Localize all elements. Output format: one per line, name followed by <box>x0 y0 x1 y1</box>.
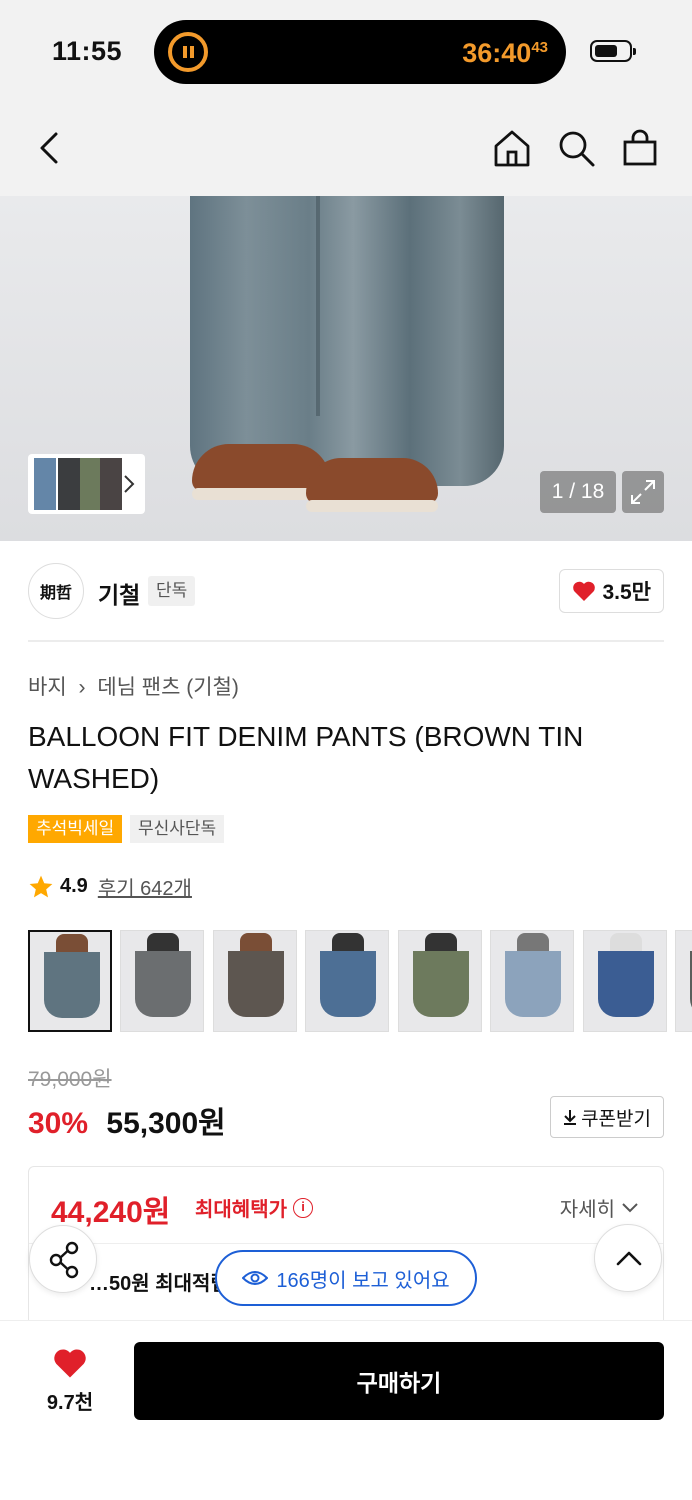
heart-icon <box>54 1349 86 1378</box>
eye-icon <box>242 1271 269 1285</box>
color-option[interactable] <box>120 930 205 1032</box>
chevron-right-icon <box>124 475 135 493</box>
pause-icon[interactable] <box>168 32 208 72</box>
chevron-down-icon <box>622 1202 638 1212</box>
brand-like-count: 3.5만 <box>602 581 651 604</box>
buy-button[interactable]: 구매하기 <box>134 1342 664 1420</box>
product-image-gallery[interactable]: 1 / 18 <box>0 196 692 541</box>
brand-name[interactable]: 기철 <box>98 576 140 610</box>
max-benefit-price: 44,240원 <box>51 1196 171 1229</box>
color-option-list <box>28 930 692 1034</box>
shoe-right <box>306 458 438 512</box>
image-counter: 1 / 18 <box>540 471 616 513</box>
brand-logo[interactable]: 期哲 <box>28 563 84 619</box>
discount-rate: 30% <box>28 1107 89 1140</box>
scroll-top-button[interactable] <box>594 1224 662 1292</box>
heart-icon <box>573 581 596 601</box>
expand-button[interactable] <box>622 471 664 513</box>
product-title: BALLOON FIT DENIM PANTS (BROWN TIN WASHE… <box>28 721 584 794</box>
wishlist-count: 9.7천 <box>46 1392 94 1414</box>
share-icon <box>49 1241 79 1279</box>
top-navbar <box>0 100 692 196</box>
battery-icon <box>590 40 636 62</box>
rating-score: 4.9 <box>60 875 88 897</box>
product-photo <box>190 196 504 486</box>
star-icon <box>29 875 53 897</box>
expand-icon <box>631 480 655 504</box>
color-thumbnail-strip[interactable] <box>28 454 145 514</box>
breadcrumb: 바지 › 데님 팬츠 (기철) <box>28 671 245 701</box>
original-price: 79,000원 <box>28 1068 112 1091</box>
search-icon[interactable] <box>556 128 596 168</box>
wishlist-button[interactable]: 9.7천 <box>40 1347 100 1415</box>
breadcrumb-category[interactable]: 바지 <box>28 676 67 699</box>
share-button[interactable] <box>29 1225 97 1293</box>
sale-price: 55,300원 <box>106 1107 226 1140</box>
max-benefit-label: 최대혜택가 i <box>195 1193 313 1222</box>
shopping-bag-icon[interactable] <box>620 128 660 168</box>
sale-badge: 추석빅세일 <box>28 815 123 843</box>
rating-row: 4.9 후기 642개 <box>28 872 192 901</box>
exclusive-badge: 무신사단독 <box>130 815 225 843</box>
dynamic-island-timer[interactable]: 36:4043 <box>154 20 566 84</box>
brand-like-button[interactable]: 3.5만 <box>559 569 664 613</box>
home-icon[interactable] <box>492 128 532 168</box>
info-icon[interactable]: i <box>293 1197 313 1218</box>
color-option[interactable] <box>675 930 692 1032</box>
max-points: …50원 최대적립 <box>89 1273 229 1295</box>
color-option[interactable] <box>212 930 297 1032</box>
breadcrumb-subcategory[interactable]: 데님 팬츠 (기철) <box>97 676 239 699</box>
color-option[interactable] <box>305 930 390 1032</box>
bottom-purchase-bar: 9.7천 구매하기 <box>0 1320 692 1500</box>
color-option[interactable] <box>28 930 112 1032</box>
clock: 11:55 <box>52 36 123 66</box>
back-icon[interactable] <box>30 128 70 168</box>
color-option[interactable] <box>397 930 482 1032</box>
color-option[interactable] <box>582 930 667 1032</box>
coupon-button[interactable]: 쿠폰받기 <box>550 1096 664 1138</box>
status-bar: 11:55 36:4043 <box>0 0 692 100</box>
benefit-detail-toggle[interactable]: 자세히 <box>560 1193 639 1222</box>
brand-exclusive-tag: 단독 <box>148 576 196 606</box>
timer-readout: 36:4043 <box>462 38 548 68</box>
divider <box>28 640 664 642</box>
color-option[interactable] <box>490 930 575 1032</box>
review-link[interactable]: 후기 642개 <box>98 872 192 901</box>
download-icon <box>564 1110 577 1125</box>
sale-price-row: 30% 55,300원 <box>28 1098 226 1142</box>
chevron-right-icon: › <box>78 676 86 699</box>
viewers-indicator: 166명이 보고 있어요 <box>215 1250 477 1306</box>
chevron-up-icon <box>616 1251 642 1266</box>
